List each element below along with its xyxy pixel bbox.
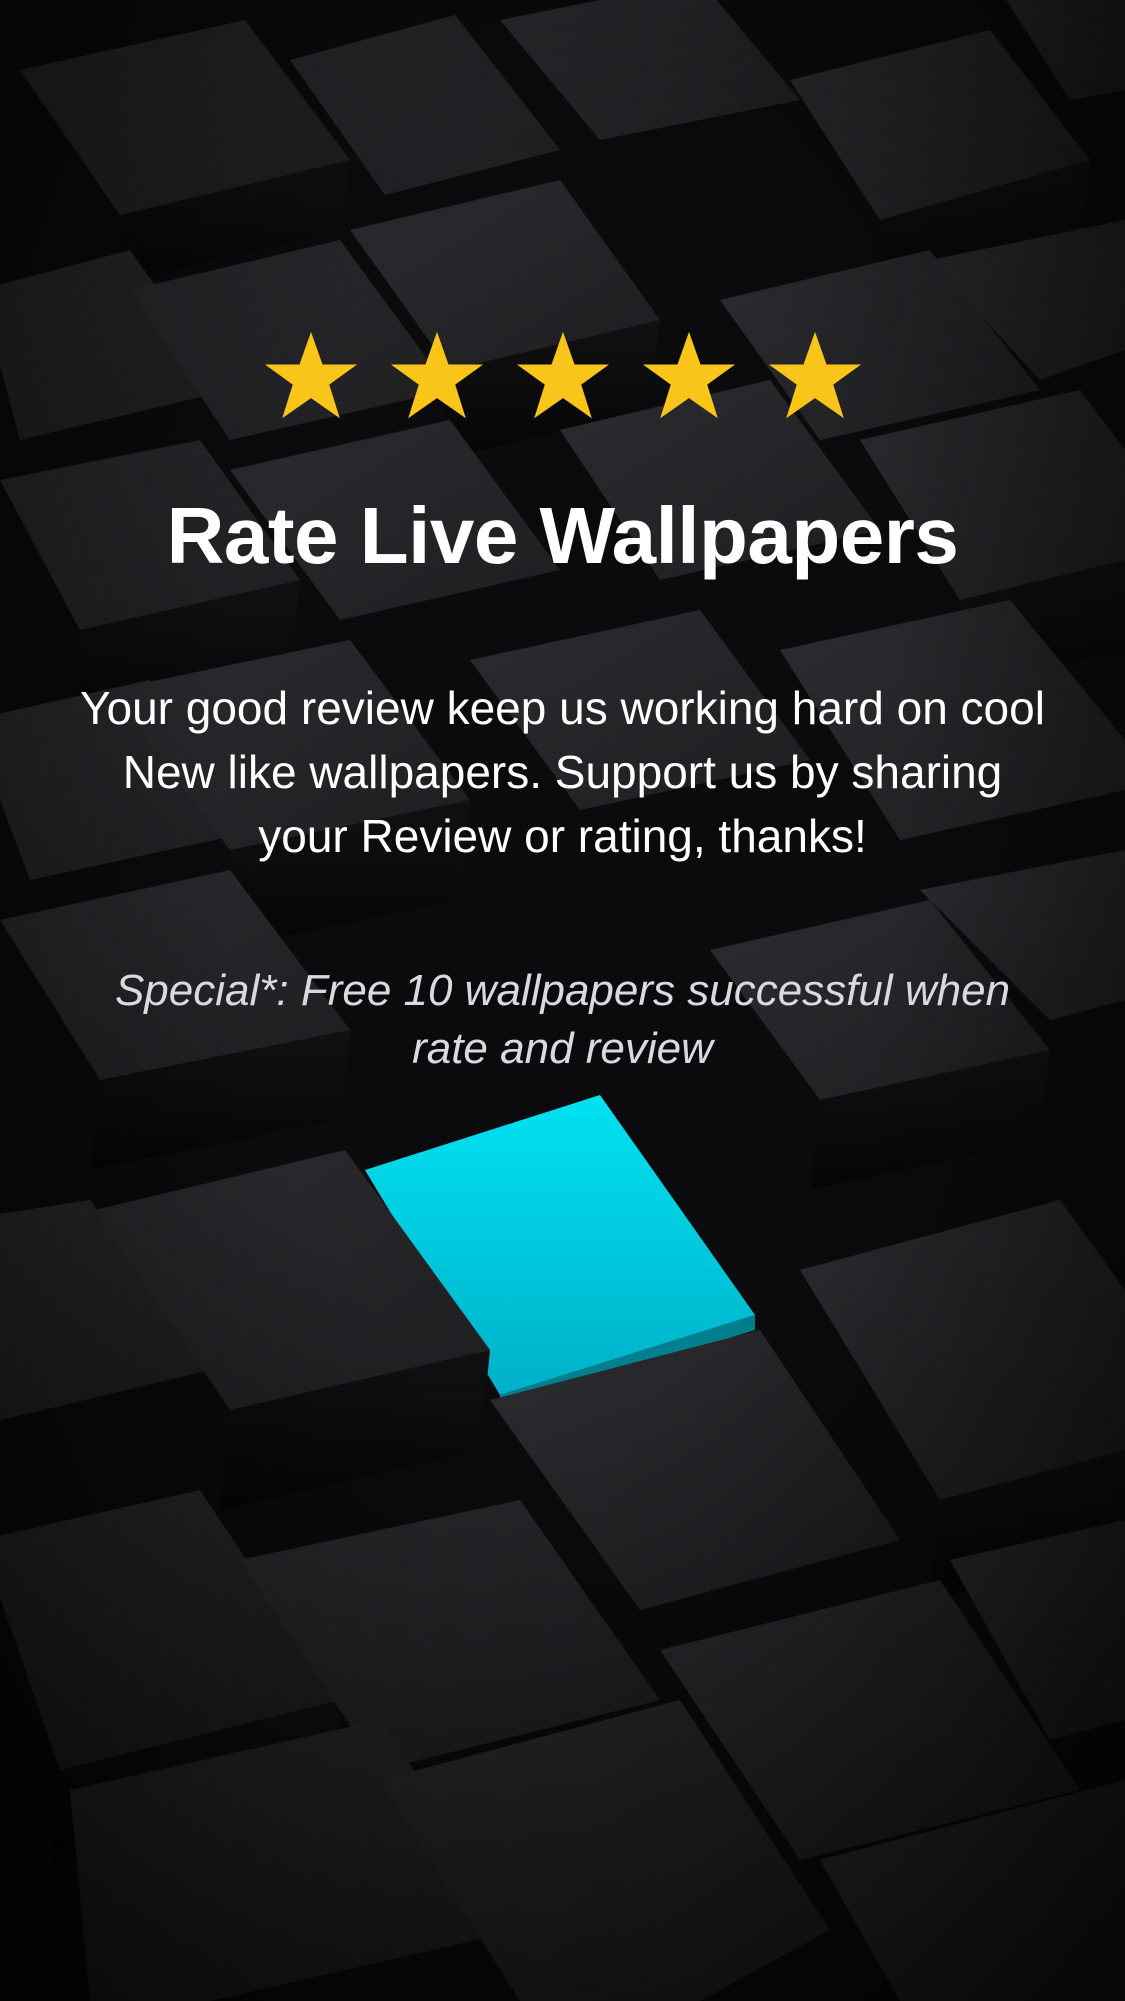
star-icon[interactable]: [641, 328, 737, 424]
star-icon[interactable]: [389, 328, 485, 424]
special-offer-text: Special*: Free 10 wallpapers successful …: [114, 966, 1011, 1073]
star-icon[interactable]: [767, 328, 863, 424]
rate-screen: Rate Live Wallpapers Your good review ke…: [0, 0, 1125, 2001]
star-icon[interactable]: [263, 328, 359, 424]
star-rating[interactable]: [0, 328, 1125, 424]
rating-prompt: Rate Live Wallpapers Your good review ke…: [0, 0, 1125, 2001]
review-message: Your good review keep us working hard on…: [80, 682, 1045, 862]
page-title: Rate Live Wallpapers: [166, 491, 959, 580]
star-icon[interactable]: [515, 328, 611, 424]
